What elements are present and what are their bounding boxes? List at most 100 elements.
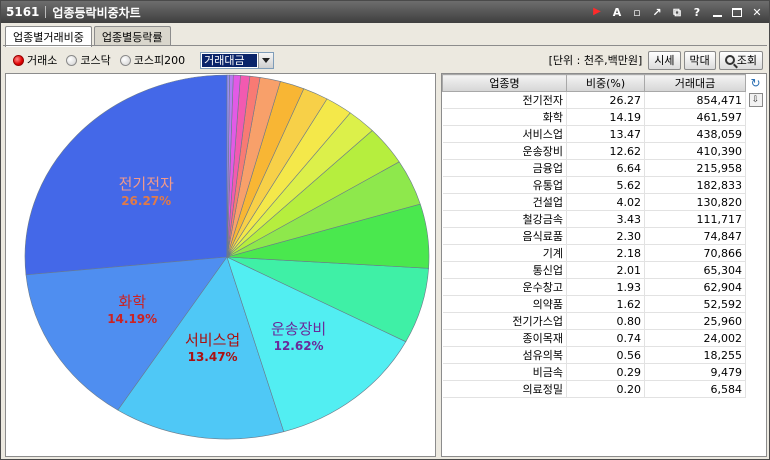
table-row[interactable]: 운송장비 12.62 410,390 — [442, 142, 746, 160]
table-row[interactable]: 의료정밀 0.20 6,584 — [442, 380, 746, 398]
radio-kosdaq[interactable]: 코스닥 — [66, 52, 111, 68]
cell-amount: 130,820 — [644, 193, 746, 211]
chevron-down-icon[interactable] — [258, 52, 274, 68]
slice-label-percent: 14.19% — [107, 312, 157, 326]
cell-sector: 의약품 — [442, 295, 567, 313]
table-row[interactable]: 종이목재 0.74 24,002 — [442, 329, 746, 347]
cell-sector: 건설업 — [442, 193, 567, 211]
cell-sector: 통신업 — [442, 261, 567, 279]
cell-weight: 12.62 — [566, 142, 645, 160]
table-row[interactable]: 건설업 4.02 130,820 — [442, 193, 746, 211]
cell-weight: 1.62 — [566, 295, 645, 313]
tab-bar: 업종별거래비중 업종별등락률 — [5, 26, 171, 47]
maximize-icon[interactable] — [729, 4, 745, 20]
col-header-amount[interactable]: 거래대금 — [644, 74, 746, 92]
radio-kospi200-dot[interactable] — [119, 54, 131, 66]
cell-sector: 의료정밀 — [442, 380, 567, 398]
market-radio-group: 거래소 코스닥 코스피200 — [13, 52, 194, 68]
cell-weight: 2.30 — [566, 227, 645, 245]
table-row[interactable]: 운수창고 1.93 62,904 — [442, 278, 746, 296]
title-icons: ▶ A ▫ ↗ ⧉ ? ✕ — [589, 4, 769, 20]
table-row[interactable]: 유통업 5.62 182,833 — [442, 176, 746, 194]
cell-amount: 18,255 — [644, 346, 746, 364]
table-row[interactable]: 금융업 6.64 215,958 — [442, 159, 746, 177]
radio-kosdaq-label: 코스닥 — [80, 54, 111, 67]
metric-select[interactable]: 거래대금 — [200, 51, 275, 69]
play-icon[interactable]: ▶ — [589, 4, 605, 20]
table-header-row: 업종명 비중(%) 거래대금 — [442, 74, 746, 92]
cell-weight: 2.18 — [566, 244, 645, 262]
slice-label-percent: 13.47% — [188, 350, 238, 364]
cell-amount: 62,904 — [644, 278, 746, 296]
refresh-icon[interactable]: ↻ — [749, 76, 763, 90]
cell-sector: 전기가스업 — [442, 312, 567, 330]
pie-chart: 전기전자26.27% 화학14.19% 서비스업13.47% 운송장비12.62% — [24, 74, 430, 440]
tab-trade-weight[interactable]: 업종별거래비중 — [5, 26, 92, 47]
cell-weight: 4.02 — [566, 193, 645, 211]
cell-sector: 서비스업 — [442, 125, 567, 143]
table-row[interactable]: 음식료품 2.30 74,847 — [442, 227, 746, 245]
table-row[interactable]: 통신업 2.01 65,304 — [442, 261, 746, 279]
slice-label-name: 운송장비 — [271, 320, 326, 338]
cell-weight: 13.47 — [566, 125, 645, 143]
radio-kospi200-label: 코스피200 — [133, 54, 186, 67]
col-header-sector[interactable]: 업종명 — [442, 74, 567, 92]
cell-amount: 6,584 — [644, 380, 746, 398]
memo-icon[interactable]: ▫ — [629, 4, 645, 20]
cell-amount: 25,960 — [644, 312, 746, 330]
radio-kospi-dot[interactable] — [13, 54, 24, 66]
cell-sector: 종이목재 — [442, 329, 567, 347]
table-row[interactable]: 철강금속 3.43 111,717 — [442, 210, 746, 228]
bar-chart-button[interactable]: 막대 — [683, 50, 716, 70]
radio-kosdaq-dot[interactable] — [66, 54, 78, 66]
cell-weight: 6.64 — [566, 159, 645, 177]
slice-label-name: 화학 — [118, 293, 146, 311]
search-button[interactable]: 조회 — [718, 50, 763, 70]
cell-sector: 음식료품 — [442, 227, 567, 245]
radio-kospi200[interactable]: 코스피200 — [119, 52, 186, 68]
sector-grid-panel: 업종명 비중(%) 거래대금 전기전자 26.27 854,471 화학 14.19 46… — [441, 73, 767, 457]
cell-amount: 74,847 — [644, 227, 746, 245]
cell-weight: 3.43 — [566, 210, 645, 228]
cell-sector: 섬유의복 — [442, 346, 567, 364]
table-row[interactable]: 전기전자 26.27 854,471 — [442, 91, 746, 109]
cell-weight: 2.01 — [566, 261, 645, 279]
cell-amount: 182,833 — [644, 176, 746, 194]
table-row[interactable]: 섬유의복 0.56 18,255 — [442, 346, 746, 364]
table-row[interactable]: 의약품 1.62 52,592 — [442, 295, 746, 313]
minimize-icon[interactable] — [709, 4, 725, 20]
cell-weight: 0.74 — [566, 329, 645, 347]
copy-window-icon[interactable]: ⧉ — [669, 4, 685, 20]
cell-sector: 운수창고 — [442, 278, 567, 296]
cell-amount: 70,866 — [644, 244, 746, 262]
slice-label-percent: 26.27% — [121, 194, 171, 208]
cell-amount: 438,059 — [644, 125, 746, 143]
sector-table: 업종명 비중(%) 거래대금 전기전자 26.27 854,471 화학 14.19 46… — [442, 74, 746, 398]
table-row[interactable]: 기계 2.18 70,866 — [442, 244, 746, 262]
table-row[interactable]: 전기가스업 0.80 25,960 — [442, 312, 746, 330]
cell-weight: 14.19 — [566, 108, 645, 126]
help-icon[interactable]: ? — [689, 4, 705, 20]
table-row[interactable]: 비금속 0.29 9,479 — [442, 363, 746, 381]
grid-side-tools: ↻ ⇩ — [747, 76, 764, 107]
cell-amount: 854,471 — [644, 91, 746, 109]
table-row[interactable]: 서비스업 13.47 438,059 — [442, 125, 746, 143]
cell-amount: 111,717 — [644, 210, 746, 228]
close-icon[interactable]: ✕ — [749, 4, 765, 20]
toolbar: 거래소 코스닥 코스피200 거래대금 [단위 : 천주,백만원] 시세 막대 … — [1, 49, 769, 71]
font-icon[interactable]: A — [609, 4, 625, 20]
cell-weight: 26.27 — [566, 91, 645, 109]
radio-kospi[interactable]: 거래소 — [13, 52, 57, 68]
tab-change-rate[interactable]: 업종별등락률 — [93, 26, 171, 46]
screen-number: 5161 — [6, 5, 40, 19]
table-row[interactable]: 화학 14.19 461,597 — [442, 108, 746, 126]
cell-weight: 0.20 — [566, 380, 645, 398]
search-icon — [724, 55, 735, 65]
col-header-weight[interactable]: 비중(%) — [566, 74, 645, 92]
cell-weight: 1.93 — [566, 278, 645, 296]
cell-amount: 461,597 — [644, 108, 746, 126]
quote-button[interactable]: 시세 — [648, 50, 681, 70]
bar-chart-button-label: 막대 — [689, 54, 710, 67]
export-icon[interactable]: ⇩ — [748, 93, 763, 107]
link-icon[interactable]: ↗ — [649, 4, 665, 20]
